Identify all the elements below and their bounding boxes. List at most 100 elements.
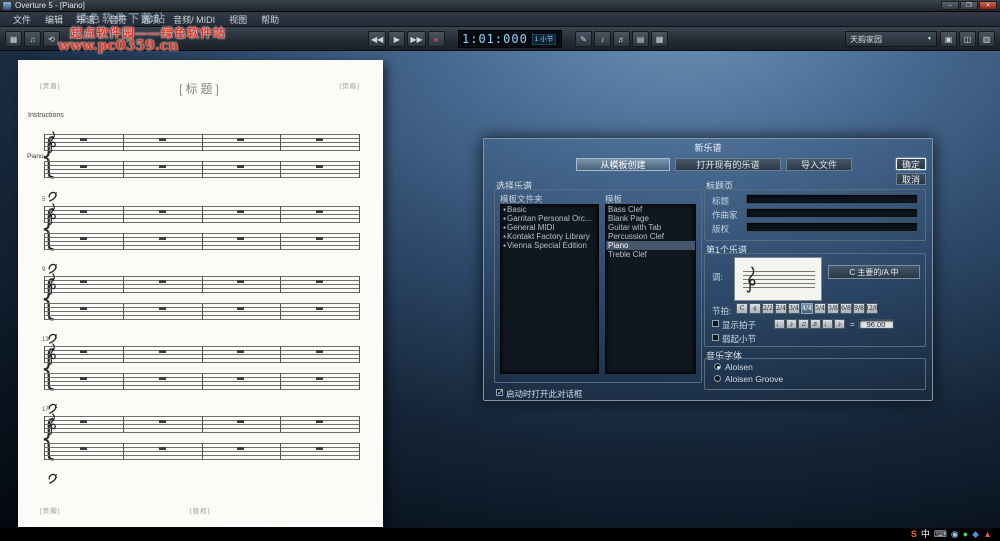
track-list-icon[interactable]: ▦	[5, 31, 22, 47]
window-title: Overture 5 - [Piano]	[15, 1, 85, 10]
bass-staff	[44, 373, 360, 390]
equals-sign: =	[850, 320, 855, 329]
beam-tool-icon[interactable]: ♬	[613, 31, 630, 47]
copyright-field[interactable]	[746, 222, 918, 232]
play-button[interactable]: ▶	[388, 31, 405, 47]
footer-center-placeholder: [版权]	[190, 505, 211, 515]
pencil-tool-icon[interactable]: ✎	[575, 31, 592, 47]
note-value-button[interactable]: ♩	[774, 319, 785, 329]
list-item[interactable]: Blank Page	[606, 214, 695, 223]
open-at-startup-checkbox[interactable]	[496, 389, 503, 396]
grid-icon[interactable]: ▦	[651, 31, 668, 47]
list-item[interactable]: ●Vienna Special Edition	[501, 241, 598, 250]
grand-staff-system[interactable]: 17 {	[44, 416, 360, 462]
layout-single-icon[interactable]: ▣	[940, 31, 957, 47]
list-item[interactable]: ●Basic	[501, 205, 598, 214]
note-value-button[interactable]: ♬	[810, 319, 821, 329]
sogou-input-icon[interactable]: S	[911, 529, 917, 540]
grand-staff-system[interactable]: 13 {	[44, 346, 360, 392]
workspace-combo[interactable]: 天韵家园 ▼	[845, 31, 937, 47]
menu-options[interactable]: 选项	[134, 12, 166, 27]
network-icon[interactable]: ◆	[972, 529, 979, 540]
show-beat-checkbox[interactable]	[712, 320, 719, 327]
meter-button[interactable]: 2/4	[775, 303, 787, 314]
treble-staff	[44, 134, 360, 151]
ok-button[interactable]: 确定	[896, 158, 926, 170]
minimize-button[interactable]: –	[941, 1, 959, 10]
composer-field[interactable]	[746, 208, 918, 218]
note-value-button[interactable]: ♩	[822, 319, 833, 329]
tab-import-file[interactable]: 导入文件	[786, 158, 852, 171]
grand-staff-system[interactable]: 9 {	[44, 276, 360, 322]
menu-edit[interactable]: 编辑	[38, 12, 70, 27]
status-dot-icon[interactable]: ●	[963, 529, 968, 540]
menu-view[interactable]: 视图	[222, 12, 254, 27]
templates-list[interactable]: Bass Clef Blank Page Guitar with Tab Per…	[605, 204, 696, 374]
folder-item-label: Vienna Special Edition	[507, 241, 587, 250]
meter-button[interactable]: 9/8	[853, 303, 865, 314]
title-field[interactable]	[746, 194, 918, 204]
layout-rows-icon[interactable]: ▥	[978, 31, 995, 47]
play-icon: ▶	[394, 35, 400, 44]
mixer-icon[interactable]: ▤	[632, 31, 649, 47]
tempo-field[interactable]: 96.00	[858, 319, 894, 329]
maximize-button[interactable]: ❐	[960, 1, 978, 10]
font-radio-aloisen-groove[interactable]	[714, 375, 721, 382]
list-item[interactable]: ●Kontakt Factory Library	[501, 232, 598, 241]
meter-button[interactable]: ¢	[749, 303, 761, 314]
meter-button[interactable]: 3/8	[827, 303, 839, 314]
score-icon[interactable]: ♫	[24, 31, 41, 47]
menu-file[interactable]: 文件	[6, 12, 38, 27]
close-button[interactable]: ✕	[979, 1, 997, 10]
tab-create-from-template[interactable]: 从模板创建	[576, 158, 670, 171]
meter-button-selected[interactable]: 4/4	[801, 303, 813, 314]
tab-open-existing[interactable]: 打开现有的乐谱	[675, 158, 781, 171]
list-item[interactable]: Guitar with Tab	[606, 223, 695, 232]
grand-staff-system[interactable]: 5 {	[44, 206, 360, 252]
menu-help[interactable]: 帮助	[254, 12, 286, 27]
grand-staff-system[interactable]: Piano {	[44, 134, 360, 180]
loop-icon[interactable]: ⟲	[43, 31, 60, 47]
meter-button[interactable]: 12/8	[866, 303, 878, 314]
menu-audio-midi[interactable]: 音频/ MIDI	[166, 12, 222, 27]
rewind-button[interactable]: ◀◀	[368, 31, 386, 47]
keyboard-icon[interactable]: ⌨	[934, 529, 947, 540]
list-item[interactable]: Bass Clef	[606, 205, 695, 214]
layout-split-icon[interactable]: ◫	[959, 31, 976, 47]
template-folders-list[interactable]: ●Basic ●Garritan Personal Orc... ●Genera…	[500, 204, 599, 374]
list-item[interactable]: ●Garritan Personal Orc...	[501, 214, 598, 223]
chevron-down-icon: ▼	[927, 36, 932, 42]
font-radio-aloisen[interactable]	[714, 363, 721, 370]
score-glyph: ♫	[30, 35, 36, 44]
list-item-selected[interactable]: Piano	[606, 241, 695, 250]
meter-button[interactable]: 3/4	[788, 303, 800, 314]
forward-button[interactable]: ▶▶	[407, 31, 425, 47]
workspace-value: 天韵家园	[850, 34, 882, 45]
pickup-measure-checkbox[interactable]	[712, 334, 719, 341]
list-item[interactable]: ●General MIDI	[501, 223, 598, 232]
list-item[interactable]: Treble Clef	[606, 250, 695, 259]
copyright-field-label: 版权	[712, 223, 729, 235]
note-tool-icon[interactable]: ♪	[594, 31, 611, 47]
menu-score[interactable]: 乐谱	[70, 12, 102, 27]
cancel-button[interactable]: 取消	[896, 173, 926, 185]
settings-icon[interactable]: ◉	[951, 529, 959, 540]
meter-button[interactable]: 6/8	[840, 303, 852, 314]
score-page[interactable]: [页眉] [页眉] [标题] Instructions Piano {	[18, 60, 383, 527]
folder-bullet-icon: ●	[503, 234, 506, 240]
menu-notes[interactable]: 音符	[102, 12, 134, 27]
alert-icon[interactable]: ▲	[983, 529, 992, 540]
note-value-button[interactable]: ♪	[834, 319, 845, 329]
meter-label: 节拍:	[712, 305, 731, 317]
list-item[interactable]: Percussion Clef	[606, 232, 695, 241]
meter-button[interactable]: C	[736, 303, 748, 314]
meter-button[interactable]: 2/2	[762, 303, 774, 314]
meter-button[interactable]: 5/4	[814, 303, 826, 314]
time-display[interactable]: 1:01:000 1 小节	[458, 30, 562, 48]
footer-left-placeholder: [页脚]	[40, 505, 61, 515]
key-select-button[interactable]: C 主要的/A 中	[828, 265, 920, 279]
record-button[interactable]: ●	[428, 31, 445, 47]
note-value-button[interactable]: ♪	[786, 319, 797, 329]
language-icon[interactable]: 中	[921, 529, 930, 540]
note-value-button[interactable]: ♫	[798, 319, 809, 329]
